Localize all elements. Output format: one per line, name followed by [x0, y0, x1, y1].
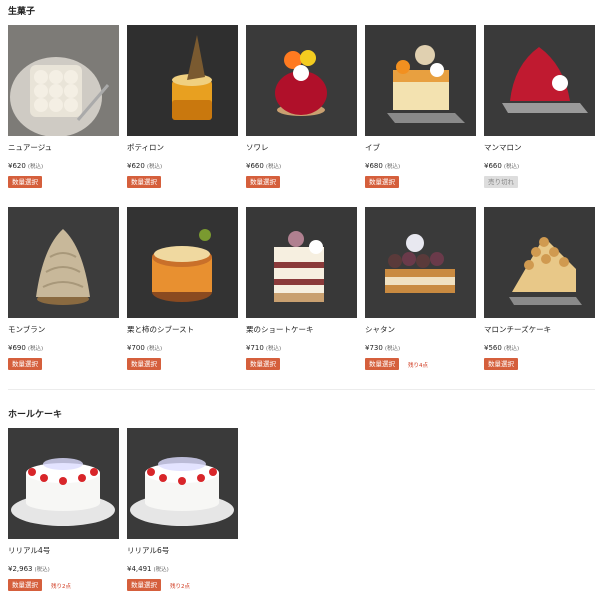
product-card: シャタン ¥730 (税込) 数量選択 残り4点	[365, 207, 476, 385]
product-card: 栗と柿のシブースト ¥700 (税込) 数量選択	[127, 207, 238, 385]
product-price: ¥2,963 (税込)	[8, 565, 50, 573]
product-image[interactable]	[365, 207, 476, 318]
product-price: ¥680 (税込)	[365, 162, 401, 170]
product-card: ソワレ ¥660 (税込) 数量選択	[246, 25, 357, 203]
product-card: イブ ¥680 (税込) 数量選択	[365, 25, 476, 203]
product-name[interactable]: 栗と柿のシブースト	[127, 324, 194, 335]
product-price: ¥660 (税込)	[246, 162, 282, 170]
tax-note: (税込)	[34, 567, 50, 573]
product-card: ニュアージュ ¥620 (税込) 数量選択	[8, 25, 119, 203]
quantity-select-button[interactable]: 数量選択	[127, 579, 161, 591]
stock-remaining: 残り4点	[408, 363, 428, 369]
product-name[interactable]: マンマロン	[484, 142, 522, 153]
product-price: ¥710 (税込)	[246, 344, 282, 352]
product-image[interactable]	[246, 207, 357, 318]
product-card: マロンチーズケーキ ¥560 (税込) 数量選択	[484, 207, 595, 385]
product-name[interactable]: ニュアージュ	[8, 142, 52, 153]
quantity-select-button[interactable]: 数量選択	[127, 358, 161, 370]
product-image[interactable]	[484, 207, 595, 318]
tax-note: (税込)	[153, 567, 169, 573]
quantity-select-button[interactable]: 数量選択	[127, 176, 161, 188]
quantity-select-button[interactable]: 数量選択	[8, 358, 42, 370]
tax-note: (税込)	[27, 346, 44, 352]
product-name[interactable]: リリアル4号	[8, 545, 50, 556]
product-price: ¥560 (税込)	[484, 344, 520, 352]
tax-note: (税込)	[384, 164, 401, 170]
quantity-select-button[interactable]: 数量選択	[8, 176, 42, 188]
stock-remaining: 残り2点	[170, 584, 190, 590]
section-title-fresh-sweets: 生菓子	[8, 7, 36, 17]
quantity-select-button[interactable]: 数量選択	[484, 358, 518, 370]
product-name[interactable]: ポティロン	[127, 142, 164, 153]
product-price: ¥690 (税込)	[8, 344, 44, 352]
section-title-whole-cakes: ホールケーキ	[8, 410, 63, 420]
quantity-select-button[interactable]: 数量選択	[246, 358, 280, 370]
product-image[interactable]	[8, 207, 119, 318]
sold-out-button: 売り切れ	[484, 176, 518, 188]
product-price: ¥730 (税込)	[365, 344, 401, 352]
product-image[interactable]	[127, 25, 238, 136]
product-price: ¥620 (税込)	[8, 162, 44, 170]
product-name[interactable]: シャタン	[365, 324, 395, 335]
product-name[interactable]: ソワレ	[246, 142, 269, 153]
product-grid-fresh-sweets: ニュアージュ ¥620 (税込) 数量選択 ポティロン ¥620 (税込) 数量選択…	[8, 25, 595, 385]
quantity-select-button[interactable]: 数量選択	[365, 176, 399, 188]
product-name[interactable]: モンブラン	[8, 324, 45, 335]
product-image[interactable]	[8, 428, 119, 539]
quantity-select-button[interactable]: 数量選択	[8, 579, 42, 591]
product-image[interactable]	[8, 25, 119, 136]
tax-note: (税込)	[503, 164, 520, 170]
tax-note: (税込)	[146, 346, 163, 352]
product-name[interactable]: マロンチーズケーキ	[484, 324, 551, 335]
section-divider	[8, 389, 595, 390]
product-name[interactable]: 栗のショートケーキ	[246, 324, 314, 335]
tax-note: (税込)	[265, 164, 282, 170]
product-card: モンブラン ¥690 (税込) 数量選択	[8, 207, 119, 385]
product-price: ¥700 (税込)	[127, 344, 163, 352]
product-image[interactable]	[127, 428, 238, 539]
product-name[interactable]: イブ	[365, 142, 380, 153]
product-card: リリアル6号 ¥4,491 (税込) 数量選択 残り2点	[127, 428, 238, 606]
product-price: ¥660 (税込)	[484, 162, 520, 170]
tax-note: (税込)	[265, 346, 282, 352]
product-card: 栗のショートケーキ ¥710 (税込) 数量選択	[246, 207, 357, 385]
product-grid-whole-cakes: リリアル4号 ¥2,963 (税込) 数量選択 残り2点 リリアル6号 ¥4,49…	[8, 428, 595, 606]
product-card: リリアル4号 ¥2,963 (税込) 数量選択 残り2点	[8, 428, 119, 606]
product-name[interactable]: リリアル6号	[127, 545, 169, 556]
tax-note: (税込)	[503, 346, 520, 352]
product-price: ¥620 (税込)	[127, 162, 163, 170]
quantity-select-button[interactable]: 数量選択	[365, 358, 399, 370]
product-card: マンマロン ¥660 (税込) 売り切れ	[484, 25, 595, 203]
product-image[interactable]	[127, 207, 238, 318]
product-card: ポティロン ¥620 (税込) 数量選択	[127, 25, 238, 203]
quantity-select-button[interactable]: 数量選択	[246, 176, 280, 188]
tax-note: (税込)	[384, 346, 401, 352]
product-image[interactable]	[484, 25, 595, 136]
tax-note: (税込)	[27, 164, 44, 170]
product-price: ¥4,491 (税込)	[127, 565, 169, 573]
stock-remaining: 残り2点	[51, 584, 71, 590]
product-image[interactable]	[365, 25, 476, 136]
product-image[interactable]	[246, 25, 357, 136]
tax-note: (税込)	[146, 164, 163, 170]
